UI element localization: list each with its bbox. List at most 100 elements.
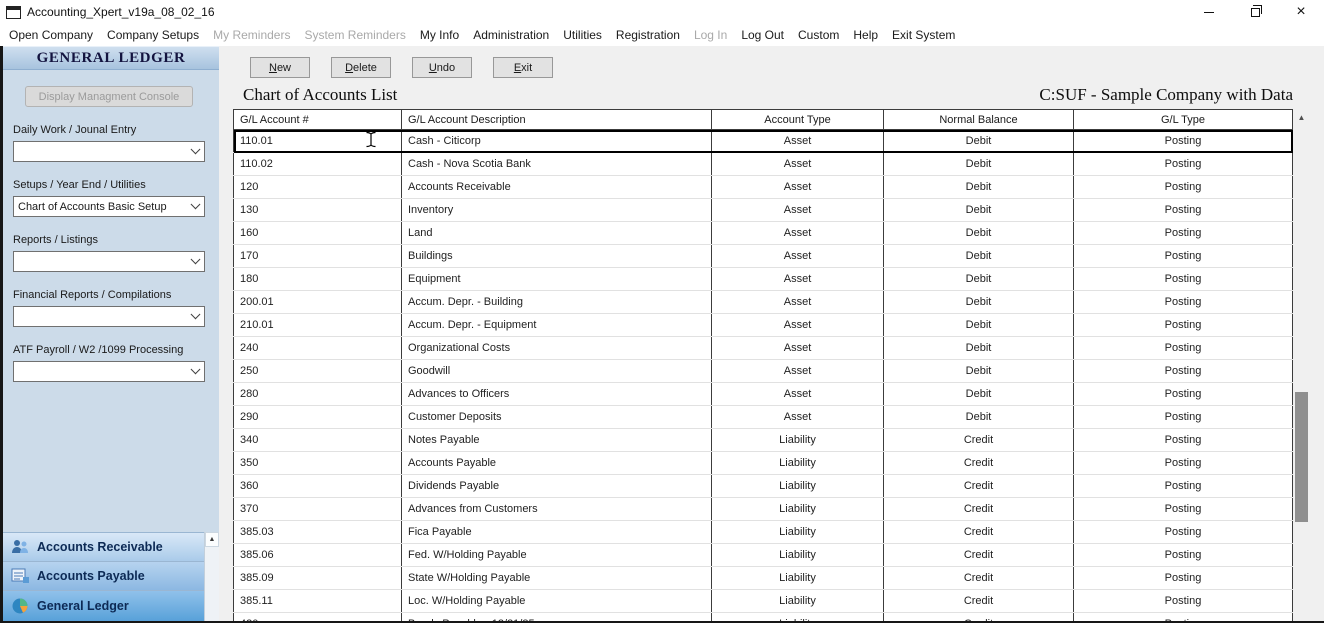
table-row[interactable]: 160LandAssetDebitPosting <box>234 222 1293 245</box>
column-header-g-l-type[interactable]: G/L Type <box>1074 110 1293 130</box>
cell: Inventory <box>402 199 712 222</box>
menu-item-log-in: Log In <box>687 24 734 46</box>
menu-item-custom[interactable]: Custom <box>791 24 846 46</box>
cell: 280 <box>234 383 402 406</box>
table-row[interactable]: 420Bonds Payable - 12/31/85LiabilityCred… <box>234 613 1293 622</box>
cell: Asset <box>712 406 884 429</box>
column-header-normal-balance[interactable]: Normal Balance <box>884 110 1074 130</box>
table-row[interactable]: 385.06Fed. W/Holding PayableLiabilityCre… <box>234 544 1293 567</box>
accounts-table: G/L Account #G/L Account DescriptionAcco… <box>233 109 1310 621</box>
cell: Credit <box>884 613 1074 622</box>
cell: Credit <box>884 590 1074 613</box>
table-row[interactable]: 385.03Fica PayableLiabilityCreditPosting <box>234 521 1293 544</box>
table-row[interactable]: 120Accounts ReceivableAssetDebitPosting <box>234 176 1293 199</box>
table-row[interactable]: 290Customer DepositsAssetDebitPosting <box>234 406 1293 429</box>
cell: Liability <box>712 590 884 613</box>
menu-item-registration[interactable]: Registration <box>609 24 687 46</box>
cell: Debit <box>884 222 1074 245</box>
menu-item-utilities[interactable]: Utilities <box>556 24 609 46</box>
table-row[interactable]: 385.11Loc. W/Holding PayableLiabilityCre… <box>234 590 1293 613</box>
undo-button[interactable]: Undo <box>412 57 472 78</box>
cell: 170 <box>234 245 402 268</box>
table-row[interactable]: 200.01Accum. Depr. - BuildingAssetDebitP… <box>234 291 1293 314</box>
table-row[interactable]: 210.01Accum. Depr. - EquipmentAssetDebit… <box>234 314 1293 337</box>
cell: Advances to Officers <box>402 383 712 406</box>
cell: 385.06 <box>234 544 402 567</box>
dropdown-atf-payroll-w2-1099-processing[interactable] <box>13 361 205 382</box>
minimize-icon <box>1204 12 1214 13</box>
menu-item-exit-system[interactable]: Exit System <box>885 24 962 46</box>
text-cursor-icon <box>365 131 377 148</box>
cell: 110.02 <box>234 153 402 176</box>
cell: Posting <box>1074 199 1293 222</box>
app-window: Accounting_Xpert_v19a_08_02_16 × Open Co… <box>0 0 1324 623</box>
cell: Asset <box>712 176 884 199</box>
cell: Land <box>402 222 712 245</box>
cell: Advances from Customers <box>402 498 712 521</box>
cell: Loc. W/Holding Payable <box>402 590 712 613</box>
minimize-button[interactable] <box>1186 0 1232 24</box>
scrollbar-thumb[interactable] <box>1295 392 1308 522</box>
table-row[interactable]: 350Accounts PayableLiabilityCreditPostin… <box>234 452 1293 475</box>
nav-item-label: Accounts Payable <box>37 569 145 583</box>
cell: Posting <box>1074 613 1293 622</box>
cell: Asset <box>712 245 884 268</box>
nav-item-accounts-payable[interactable]: Accounts Payable <box>3 561 219 590</box>
menu-item-log-out[interactable]: Log Out <box>734 24 791 46</box>
cell: Credit <box>884 567 1074 590</box>
cell: Debit <box>884 153 1074 176</box>
column-header-g-l-account[interactable]: G/L Account # <box>234 110 402 130</box>
menu-item-my-info[interactable]: My Info <box>413 24 466 46</box>
menu-item-company-setups[interactable]: Company Setups <box>100 24 206 46</box>
new-button[interactable]: New <box>250 57 310 78</box>
table-row[interactable]: 280Advances to OfficersAssetDebitPosting <box>234 383 1293 406</box>
cell: Posting <box>1074 567 1293 590</box>
table-row[interactable]: 370Advances from CustomersLiabilityCredi… <box>234 498 1293 521</box>
close-button[interactable]: × <box>1278 0 1324 24</box>
cell: 360 <box>234 475 402 498</box>
dropdown-financial-reports-compilations[interactable] <box>13 306 205 327</box>
nav-item-general-ledger[interactable]: General Ledger <box>3 590 219 621</box>
cell: Posting <box>1074 291 1293 314</box>
column-header-g-l-account-description[interactable]: G/L Account Description <box>402 110 712 130</box>
cell: Liability <box>712 567 884 590</box>
cell: Posting <box>1074 176 1293 199</box>
table-row[interactable]: 360Dividends PayableLiabilityCreditPosti… <box>234 475 1293 498</box>
table-row[interactable]: 170BuildingsAssetDebitPosting <box>234 245 1293 268</box>
chevron-down-icon <box>186 142 204 161</box>
table-row[interactable]: 110.01Cash - CiticorpAssetDebitPosting <box>234 130 1293 153</box>
cell: Asset <box>712 199 884 222</box>
cell: Liability <box>712 521 884 544</box>
dropdown-setups-year-end-utilities[interactable]: Chart of Accounts Basic Setup <box>13 196 205 217</box>
delete-button[interactable]: Delete <box>331 57 391 78</box>
table-row[interactable]: 110.02Cash - Nova Scotia BankAssetDebitP… <box>234 153 1293 176</box>
content-area: GENERAL LEDGER Display Managment Console… <box>0 46 1324 623</box>
title-bar[interactable]: Accounting_Xpert_v19a_08_02_16 × <box>0 0 1324 24</box>
cell: Credit <box>884 452 1074 475</box>
cell: 200.01 <box>234 291 402 314</box>
dropdown-reports-listings[interactable] <box>13 251 205 272</box>
menu-item-administration[interactable]: Administration <box>466 24 556 46</box>
nav-item-accounts-receivable[interactable]: Accounts Receivable <box>3 532 219 561</box>
restore-button[interactable] <box>1232 0 1278 24</box>
dropdown-daily-work-jounal-entry[interactable] <box>13 141 205 162</box>
table-row[interactable]: 240Organizational CostsAssetDebitPosting <box>234 337 1293 360</box>
table-row[interactable]: 180EquipmentAssetDebitPosting <box>234 268 1293 291</box>
chevron-down-icon <box>186 362 204 381</box>
cell: Debit <box>884 406 1074 429</box>
table-row[interactable]: 385.09State W/Holding PayableLiabilityCr… <box>234 567 1293 590</box>
section-label-financial-reports-compilations: Financial Reports / Compilations <box>13 289 219 301</box>
cell: Credit <box>884 498 1074 521</box>
scroll-up-icon[interactable]: ▲ <box>1293 109 1310 126</box>
table-row[interactable]: 250GoodwillAssetDebitPosting <box>234 360 1293 383</box>
table-scrollbar[interactable]: ▲ <box>1293 109 1310 621</box>
table-row[interactable]: 130InventoryAssetDebitPosting <box>234 199 1293 222</box>
menu-item-help[interactable]: Help <box>846 24 885 46</box>
accounts-payable-icon <box>10 567 30 585</box>
exit-button[interactable]: Exit <box>493 57 553 78</box>
scroll-up-icon[interactable]: ▲ <box>205 532 219 547</box>
column-header-account-type[interactable]: Account Type <box>712 110 884 130</box>
sidebar-nav-scrollbar[interactable]: ▲ <box>204 532 219 621</box>
table-row[interactable]: 340Notes PayableLiabilityCreditPosting <box>234 429 1293 452</box>
menu-item-open-company[interactable]: Open Company <box>2 24 100 46</box>
